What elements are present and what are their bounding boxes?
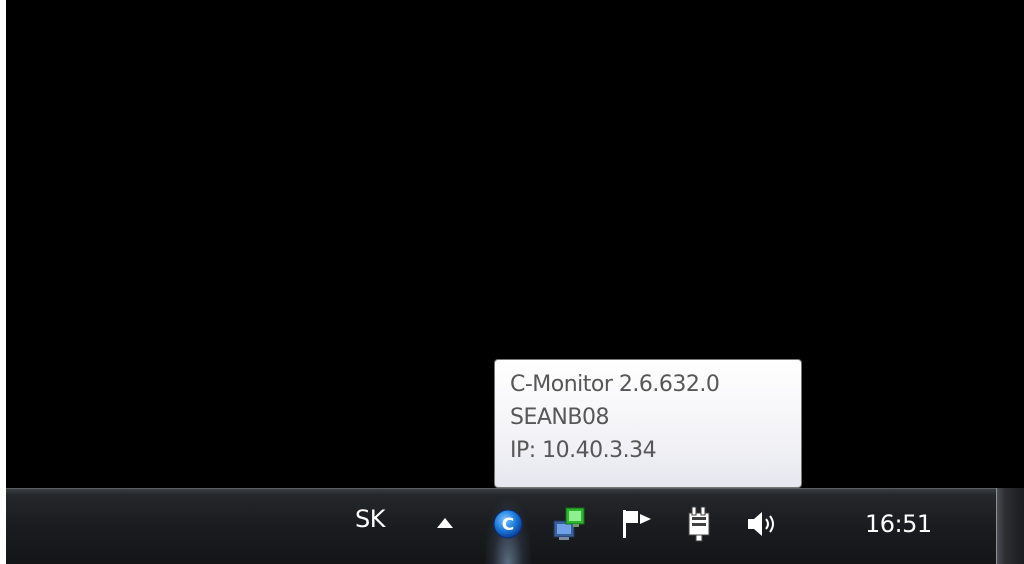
tooltip-app-version: C-Monitor 2.6.632.0: [510, 372, 720, 397]
tooltip-ip-address: IP: 10.40.3.34: [510, 438, 657, 463]
speaker-icon[interactable]: [745, 508, 785, 540]
network-icon[interactable]: [550, 505, 588, 543]
tray-tooltip: C-Monitor 2.6.632.0 SEANB08 IP: 10.40.3.…: [494, 359, 802, 488]
c-monitor-icon[interactable]: C: [492, 508, 524, 540]
tooltip-computer-name: SEANB08: [510, 405, 609, 430]
arrow-up-icon[interactable]: [437, 518, 453, 528]
screen: C-Monitor 2.6.632.0 SEANB08 IP: 10.40.3.…: [0, 0, 1024, 564]
language-indicator[interactable]: SK: [355, 505, 385, 533]
show-desktop-button[interactable]: [996, 488, 1024, 564]
power-plug-icon[interactable]: [684, 505, 718, 543]
svg-text:C: C: [502, 515, 514, 535]
clock[interactable]: 16:51: [865, 510, 932, 538]
flag-icon[interactable]: [620, 508, 660, 540]
